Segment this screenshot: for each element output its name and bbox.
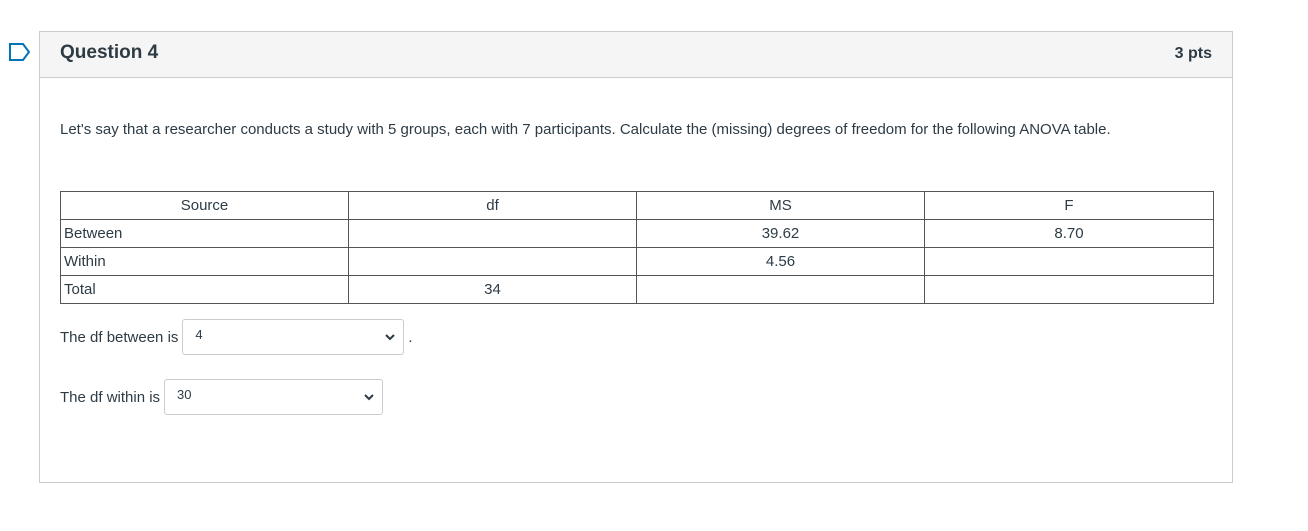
df-between-answer: The df between is 4 . bbox=[60, 319, 413, 355]
chevron-down-icon bbox=[385, 333, 396, 340]
question-title: Question 4 bbox=[60, 42, 159, 63]
cell-ms bbox=[636, 275, 925, 304]
anova-table: Source df MS F Between 39.62 8.70 Within… bbox=[60, 191, 1214, 304]
cell-f: 8.70 bbox=[924, 219, 1214, 248]
table-row: Within 4.56 bbox=[60, 247, 1214, 276]
cell-df bbox=[348, 219, 637, 248]
cell-ms: 4.56 bbox=[636, 247, 925, 276]
column-header-source: Source bbox=[60, 191, 349, 220]
bookmark-flag-icon[interactable] bbox=[9, 43, 31, 61]
df-within-select[interactable]: 30 bbox=[164, 379, 384, 415]
question-prompt: Let's say that a researcher conducts a s… bbox=[60, 121, 1111, 138]
column-header-df: df bbox=[348, 191, 637, 220]
df-between-selected-value: 4 bbox=[195, 326, 203, 342]
column-header-f: F bbox=[924, 191, 1214, 220]
df-between-select[interactable]: 4 bbox=[182, 319, 405, 355]
cell-source: Between bbox=[60, 219, 349, 248]
df-within-answer: The df within is 30 bbox=[60, 379, 384, 415]
question-points: 3 pts bbox=[1174, 45, 1212, 62]
chevron-down-icon bbox=[364, 393, 374, 400]
table-row: Between 39.62 8.70 bbox=[60, 219, 1214, 248]
df-within-label: The df within is bbox=[60, 388, 161, 406]
cell-source: Within bbox=[60, 247, 349, 276]
question-header: Question 4 3 pts bbox=[40, 32, 1232, 78]
cell-df bbox=[348, 247, 637, 276]
question-card: Question 4 3 pts Let's say that a resear… bbox=[39, 31, 1233, 483]
df-between-label: The df between is bbox=[60, 328, 179, 346]
cell-f bbox=[924, 275, 1214, 304]
cell-source: Total bbox=[60, 275, 349, 304]
sentence-period: . bbox=[408, 328, 413, 346]
cell-df: 34 bbox=[348, 275, 637, 304]
cell-ms: 39.62 bbox=[636, 219, 925, 248]
column-header-ms: MS bbox=[636, 191, 925, 220]
cell-f bbox=[924, 247, 1214, 276]
table-header-row: Source df MS F bbox=[60, 191, 1214, 220]
table-row: Total 34 bbox=[60, 275, 1214, 304]
df-within-selected-value: 30 bbox=[177, 386, 192, 402]
